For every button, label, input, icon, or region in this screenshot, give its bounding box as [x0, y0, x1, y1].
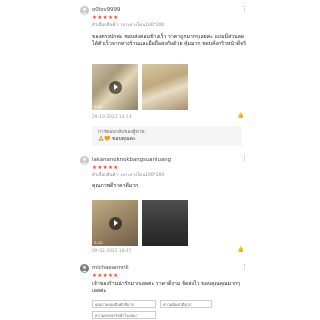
rating-stars: ★★★★★: [92, 165, 119, 171]
seller-reply-text: 🙏🧡 ขอบคุณคะ: [98, 136, 136, 142]
review-date: 09-02-2022 18:47: [92, 249, 132, 254]
user-avatar-icon[interactable]: [80, 6, 89, 15]
user-avatar-icon[interactable]: [80, 264, 89, 273]
play-icon[interactable]: [108, 216, 122, 230]
seller-reply: การตอบกลับของผู้ขาย: 🙏🧡 ขอบคุณคะ: [92, 126, 242, 146]
review-text: ของตรงปกค่ะ ชอบส่งค่อนข้างเร็ว ราคาถูกมา…: [92, 34, 246, 48]
review-card: o0lov9999 ⋮ ★★★★★ ตัวเลือกสินค้า: เบาะยา…: [80, 5, 248, 146]
review-tag: ความคุ้มค่าดีมาก: [160, 300, 212, 308]
review-date: 29-10-2021 14:13: [92, 115, 132, 120]
review-text: คุณภาพดีราคาดีมาก: [92, 183, 139, 189]
review-card: lakananoknokbangsuanluang ⋮ ★★★★★ ตัวเลื…: [80, 155, 248, 254]
rating-stars: ★★★★★: [92, 15, 119, 21]
reviewer-username[interactable]: o0lov9999: [92, 6, 120, 14]
review-photo[interactable]: [142, 200, 188, 246]
product-variant: ตัวเลือกสินค้า: เบาะยางโดน100*200: [92, 23, 165, 28]
review-photo[interactable]: [142, 64, 188, 110]
review-tag: ความตรงปกรับคำโฆษณา: [92, 311, 156, 319]
review-video[interactable]: 0:12: [92, 200, 138, 246]
more-vertical-icon[interactable]: ⋮: [241, 5, 248, 13]
review-tag: คุณภาพของสินค้าดีมาก: [92, 300, 156, 308]
seller-reply-title: การตอบกลับของผู้ขาย:: [98, 130, 146, 135]
more-vertical-icon[interactable]: ⋮: [241, 263, 248, 271]
more-vertical-icon[interactable]: ⋮: [241, 155, 248, 163]
reviewer-username[interactable]: michaeannrill: [92, 264, 129, 272]
review-video[interactable]: 0:15: [92, 64, 138, 110]
play-icon[interactable]: [108, 80, 122, 94]
review-text: เจ้าของร้านน่ารักมากเลยค่ะ ราคาดีงาม จัด…: [92, 281, 240, 295]
rating-stars: ★★★★★: [92, 273, 119, 279]
thumb-up-icon[interactable]: 👍: [237, 113, 244, 119]
product-variant: ตัวเลือกสินค้า: เบาะยางโดน100*200: [92, 173, 165, 178]
review-card: michaeannrill ⋮ ★★★★★ เจ้าของร้านน่ารักม…: [80, 263, 248, 319]
video-length: 0:12: [94, 240, 103, 245]
video-length: 0:15: [94, 104, 103, 109]
user-avatar-icon[interactable]: [80, 156, 89, 165]
reviewer-username[interactable]: lakananoknokbangsuanluang: [92, 156, 171, 164]
thumb-up-icon[interactable]: 👍: [237, 247, 244, 253]
